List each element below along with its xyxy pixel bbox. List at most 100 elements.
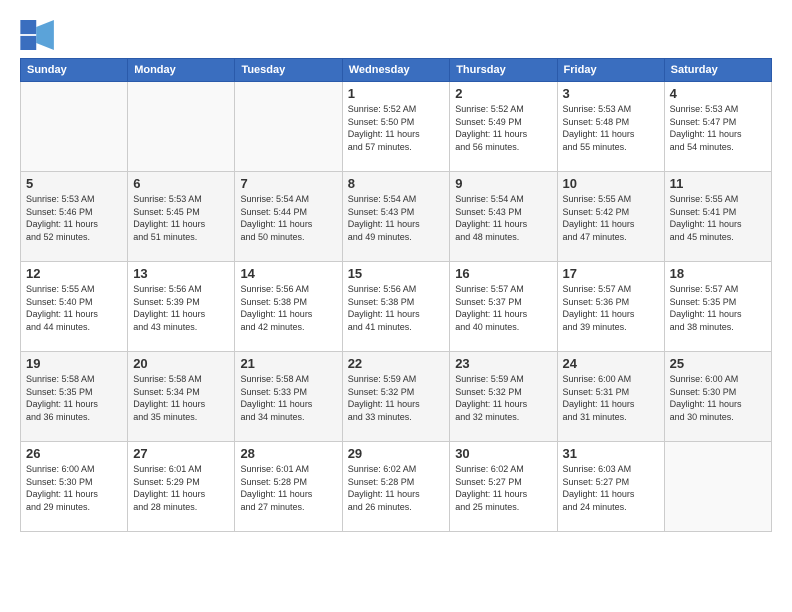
weekday-header-saturday: Saturday <box>664 59 771 82</box>
day-number: 9 <box>455 176 551 191</box>
day-number: 18 <box>670 266 766 281</box>
day-info: Sunrise: 5:56 AM Sunset: 5:39 PM Dayligh… <box>133 283 229 333</box>
day-info: Sunrise: 6:00 AM Sunset: 5:31 PM Dayligh… <box>563 373 659 423</box>
day-number: 24 <box>563 356 659 371</box>
calendar: SundayMondayTuesdayWednesdayThursdayFrid… <box>20 58 772 532</box>
day-cell: 18 Sunrise: 5:57 AM Sunset: 5:35 PM Dayli… <box>664 262 771 352</box>
day-cell: 16 Sunrise: 5:57 AM Sunset: 5:37 PM Dayli… <box>450 262 557 352</box>
weekday-header-thursday: Thursday <box>450 59 557 82</box>
day-info: Sunrise: 6:01 AM Sunset: 5:28 PM Dayligh… <box>240 463 336 513</box>
day-info: Sunrise: 5:56 AM Sunset: 5:38 PM Dayligh… <box>240 283 336 333</box>
day-info: Sunrise: 5:57 AM Sunset: 5:36 PM Dayligh… <box>563 283 659 333</box>
day-number: 11 <box>670 176 766 191</box>
day-number: 14 <box>240 266 336 281</box>
day-number: 2 <box>455 86 551 101</box>
week-row-3: 12 Sunrise: 5:55 AM Sunset: 5:40 PM Dayli… <box>21 262 772 352</box>
logo-icon <box>20 20 56 50</box>
day-info: Sunrise: 6:01 AM Sunset: 5:29 PM Dayligh… <box>133 463 229 513</box>
day-number: 12 <box>26 266 122 281</box>
day-cell: 4 Sunrise: 5:53 AM Sunset: 5:47 PM Daylig… <box>664 82 771 172</box>
day-info: Sunrise: 5:59 AM Sunset: 5:32 PM Dayligh… <box>348 373 445 423</box>
day-cell: 29Sunrise: 6:02 AM Sunset: 5:28 PM Dayli… <box>342 442 450 532</box>
day-cell: 11Sunrise: 5:55 AM Sunset: 5:41 PM Dayli… <box>664 172 771 262</box>
day-info: Sunrise: 5:53 AM Sunset: 5:46 PM Dayligh… <box>26 193 122 243</box>
day-number: 3 <box>563 86 659 101</box>
day-cell: 24 Sunrise: 6:00 AM Sunset: 5:31 PM Dayli… <box>557 352 664 442</box>
day-cell: 22Sunrise: 5:59 AM Sunset: 5:32 PM Dayli… <box>342 352 450 442</box>
day-number: 28 <box>240 446 336 461</box>
day-number: 21 <box>240 356 336 371</box>
day-number: 16 <box>455 266 551 281</box>
day-info: Sunrise: 6:03 AM Sunset: 5:27 PM Dayligh… <box>563 463 659 513</box>
day-info: Sunrise: 5:58 AM Sunset: 5:35 PM Dayligh… <box>26 373 122 423</box>
day-number: 7 <box>240 176 336 191</box>
day-number: 17 <box>563 266 659 281</box>
day-cell: 25Sunrise: 6:00 AM Sunset: 5:30 PM Dayli… <box>664 352 771 442</box>
day-cell: 30 Sunrise: 6:02 AM Sunset: 5:27 PM Dayli… <box>450 442 557 532</box>
day-number: 19 <box>26 356 122 371</box>
week-row-1: 1Sunrise: 5:52 AM Sunset: 5:50 PM Daylig… <box>21 82 772 172</box>
weekday-header-row: SundayMondayTuesdayWednesdayThursdayFrid… <box>21 59 772 82</box>
day-info: Sunrise: 5:57 AM Sunset: 5:37 PM Dayligh… <box>455 283 551 333</box>
weekday-header-wednesday: Wednesday <box>342 59 450 82</box>
day-cell <box>21 82 128 172</box>
day-number: 31 <box>563 446 659 461</box>
day-number: 5 <box>26 176 122 191</box>
day-number: 15 <box>348 266 445 281</box>
day-info: Sunrise: 5:53 AM Sunset: 5:45 PM Dayligh… <box>133 193 229 243</box>
day-cell: 17 Sunrise: 5:57 AM Sunset: 5:36 PM Dayli… <box>557 262 664 352</box>
day-number: 23 <box>455 356 551 371</box>
day-cell: 23 Sunrise: 5:59 AM Sunset: 5:32 PM Dayli… <box>450 352 557 442</box>
day-cell: 2 Sunrise: 5:52 AM Sunset: 5:49 PM Daylig… <box>450 82 557 172</box>
day-info: Sunrise: 5:54 AM Sunset: 5:43 PM Dayligh… <box>455 193 551 243</box>
day-info: Sunrise: 5:58 AM Sunset: 5:33 PM Dayligh… <box>240 373 336 423</box>
day-cell: 20 Sunrise: 5:58 AM Sunset: 5:34 PM Dayli… <box>128 352 235 442</box>
day-cell: 14 Sunrise: 5:56 AM Sunset: 5:38 PM Dayli… <box>235 262 342 352</box>
weekday-header-friday: Friday <box>557 59 664 82</box>
day-info: Sunrise: 5:52 AM Sunset: 5:50 PM Dayligh… <box>348 103 445 153</box>
day-number: 10 <box>563 176 659 191</box>
day-cell: 6 Sunrise: 5:53 AM Sunset: 5:45 PM Daylig… <box>128 172 235 262</box>
day-cell: 19 Sunrise: 5:58 AM Sunset: 5:35 PM Dayli… <box>21 352 128 442</box>
day-cell: 9 Sunrise: 5:54 AM Sunset: 5:43 PM Daylig… <box>450 172 557 262</box>
day-number: 29 <box>348 446 445 461</box>
day-cell: 12 Sunrise: 5:55 AM Sunset: 5:40 PM Dayli… <box>21 262 128 352</box>
day-cell: 13 Sunrise: 5:56 AM Sunset: 5:39 PM Dayli… <box>128 262 235 352</box>
day-cell: 10Sunrise: 5:55 AM Sunset: 5:42 PM Dayli… <box>557 172 664 262</box>
day-info: Sunrise: 5:53 AM Sunset: 5:48 PM Dayligh… <box>563 103 659 153</box>
day-info: Sunrise: 6:02 AM Sunset: 5:27 PM Dayligh… <box>455 463 551 513</box>
weekday-header-tuesday: Tuesday <box>235 59 342 82</box>
day-info: Sunrise: 5:54 AM Sunset: 5:43 PM Dayligh… <box>348 193 445 243</box>
week-row-2: 5 Sunrise: 5:53 AM Sunset: 5:46 PM Daylig… <box>21 172 772 262</box>
day-cell: 8 Sunrise: 5:54 AM Sunset: 5:43 PM Daylig… <box>342 172 450 262</box>
weekday-header-monday: Monday <box>128 59 235 82</box>
day-cell: 5 Sunrise: 5:53 AM Sunset: 5:46 PM Daylig… <box>21 172 128 262</box>
day-info: Sunrise: 6:00 AM Sunset: 5:30 PM Dayligh… <box>670 373 766 423</box>
day-cell: 27 Sunrise: 6:01 AM Sunset: 5:29 PM Dayli… <box>128 442 235 532</box>
day-info: Sunrise: 5:55 AM Sunset: 5:40 PM Dayligh… <box>26 283 122 333</box>
day-cell <box>235 82 342 172</box>
week-row-4: 19 Sunrise: 5:58 AM Sunset: 5:35 PM Dayli… <box>21 352 772 442</box>
day-number: 4 <box>670 86 766 101</box>
day-number: 30 <box>455 446 551 461</box>
day-cell: 26Sunrise: 6:00 AM Sunset: 5:30 PM Dayli… <box>21 442 128 532</box>
day-info: Sunrise: 5:56 AM Sunset: 5:38 PM Dayligh… <box>348 283 445 333</box>
day-info: Sunrise: 5:52 AM Sunset: 5:49 PM Dayligh… <box>455 103 551 153</box>
day-cell: 28 Sunrise: 6:01 AM Sunset: 5:28 PM Dayli… <box>235 442 342 532</box>
day-cell <box>128 82 235 172</box>
logo <box>20 20 60 50</box>
week-row-5: 26Sunrise: 6:00 AM Sunset: 5:30 PM Dayli… <box>21 442 772 532</box>
day-number: 8 <box>348 176 445 191</box>
day-number: 13 <box>133 266 229 281</box>
day-cell <box>664 442 771 532</box>
day-cell: 31 Sunrise: 6:03 AM Sunset: 5:27 PM Dayli… <box>557 442 664 532</box>
day-number: 20 <box>133 356 229 371</box>
day-info: Sunrise: 5:53 AM Sunset: 5:47 PM Dayligh… <box>670 103 766 153</box>
day-number: 27 <box>133 446 229 461</box>
day-info: Sunrise: 5:59 AM Sunset: 5:32 PM Dayligh… <box>455 373 551 423</box>
day-cell: 3 Sunrise: 5:53 AM Sunset: 5:48 PM Daylig… <box>557 82 664 172</box>
day-info: Sunrise: 5:57 AM Sunset: 5:35 PM Dayligh… <box>670 283 766 333</box>
day-info: Sunrise: 5:58 AM Sunset: 5:34 PM Dayligh… <box>133 373 229 423</box>
day-number: 6 <box>133 176 229 191</box>
day-info: Sunrise: 5:54 AM Sunset: 5:44 PM Dayligh… <box>240 193 336 243</box>
